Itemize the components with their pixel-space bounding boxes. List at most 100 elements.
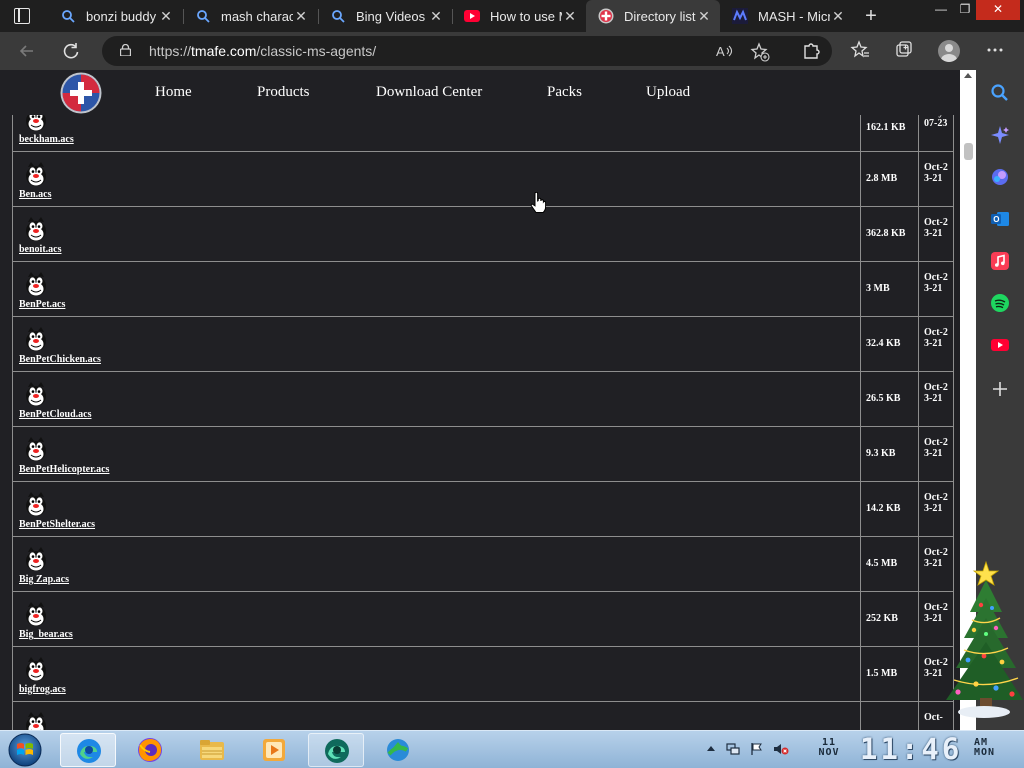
table-row: Big_bear.acs 252 KB Oct-23-21 bbox=[12, 592, 954, 647]
table-row: Oct- bbox=[12, 702, 954, 730]
tab-title: Directory list bbox=[624, 8, 696, 24]
show-hidden-icons-chevron-icon[interactable] bbox=[704, 742, 718, 756]
tab-mash-microsoft[interactable]: MASH - Micr ✕ bbox=[720, 0, 854, 32]
sidebar-youtube-icon[interactable] bbox=[990, 335, 1010, 355]
action-center-flag-icon[interactable] bbox=[750, 742, 764, 756]
taskbar-media-player-button[interactable] bbox=[246, 733, 302, 767]
hand-pointer-cursor-icon bbox=[530, 192, 546, 213]
collections-button[interactable] bbox=[893, 40, 915, 62]
file-name-link[interactable]: Big_bear.acs bbox=[19, 629, 73, 640]
agent-file-icon[interactable] bbox=[25, 271, 47, 297]
table-row: benoit.acs 362.8 KB Oct-23-21 bbox=[12, 207, 954, 262]
nav-download-center-link[interactable]: Download Center bbox=[376, 84, 482, 101]
file-name-cell bbox=[12, 702, 860, 730]
file-explorer-icon bbox=[200, 740, 224, 760]
agent-file-icon[interactable] bbox=[25, 326, 47, 352]
profile-avatar[interactable] bbox=[938, 40, 960, 62]
nav-home-link[interactable]: Home bbox=[155, 84, 192, 101]
directory-listing-table: beckham.acs 162.1 KB May-07-23 Ben.acs 2.8 M… bbox=[12, 107, 954, 730]
file-size: 26.5 KB bbox=[866, 393, 901, 404]
settings-menu-button[interactable] bbox=[984, 40, 1006, 62]
file-name-link[interactable]: BenPet.acs bbox=[19, 299, 65, 310]
extensions-button[interactable] bbox=[800, 40, 822, 62]
nav-packs-link[interactable]: Packs bbox=[547, 84, 582, 101]
file-name-link[interactable]: BenPetShelter.acs bbox=[19, 519, 95, 530]
read-aloud-icon[interactable]: A bbox=[714, 42, 734, 62]
tab-bing-videos[interactable]: Bing Videos ✕ bbox=[318, 0, 452, 32]
sidebar-outlook-icon[interactable]: O bbox=[990, 209, 1010, 229]
file-size: 4.5 MB bbox=[866, 558, 898, 569]
taskbar-edge-canary-button[interactable] bbox=[308, 733, 364, 767]
taskbar-file-explorer-button[interactable] bbox=[184, 733, 240, 767]
tab-close-icon[interactable]: ✕ bbox=[293, 8, 309, 25]
agent-file-icon[interactable] bbox=[25, 161, 47, 187]
favorites-button[interactable] bbox=[849, 40, 871, 62]
agent-file-icon[interactable] bbox=[25, 216, 47, 242]
table-row: BenPetHelicopter.acs 9.3 KB Oct-23-21 bbox=[12, 427, 954, 482]
scrollbar-thumb[interactable] bbox=[964, 143, 973, 160]
tab-how-to-use[interactable]: How to use M ✕ bbox=[452, 0, 586, 32]
file-size: 9.3 KB bbox=[866, 448, 896, 459]
media-player-icon bbox=[263, 739, 285, 761]
address-bar[interactable]: https://tmafe.com/classic-ms-agents/ A bbox=[102, 36, 832, 66]
tab-bonzi-buddy[interactable]: bonzi buddy ✕ bbox=[48, 0, 182, 32]
agent-file-icon[interactable] bbox=[25, 711, 47, 730]
file-name-link[interactable]: BenPetChicken.acs bbox=[19, 354, 101, 365]
browser-toolbar: https://tmafe.com/classic-ms-agents/ A bbox=[0, 32, 1024, 70]
file-name-link[interactable]: BenPetCloud.acs bbox=[19, 409, 92, 420]
add-favorite-icon[interactable] bbox=[750, 42, 770, 62]
tab-directory-list[interactable]: Directory list ✕ bbox=[586, 0, 720, 32]
tab-actions-menu-icon[interactable] bbox=[14, 8, 30, 24]
site-logo[interactable] bbox=[60, 72, 102, 114]
tab-close-icon[interactable]: ✕ bbox=[562, 8, 578, 25]
nav-upload-link[interactable]: Upload bbox=[646, 84, 690, 101]
agent-file-icon[interactable] bbox=[25, 546, 47, 572]
agent-file-icon[interactable] bbox=[25, 381, 47, 407]
refresh-button[interactable] bbox=[60, 40, 82, 62]
new-tab-button[interactable]: + bbox=[860, 5, 882, 27]
taskbar-edge-button[interactable] bbox=[60, 733, 116, 767]
favorites-star-icon bbox=[850, 40, 869, 58]
file-name-link[interactable]: Ben.acs bbox=[19, 189, 52, 200]
tab-close-icon[interactable]: ✕ bbox=[696, 8, 712, 25]
file-name-link[interactable]: bigfrog.acs bbox=[19, 684, 66, 695]
volume-muted-icon[interactable] bbox=[773, 742, 789, 756]
nav-products-link[interactable]: Products bbox=[257, 84, 310, 101]
file-name-link[interactable]: Big Zap.acs bbox=[19, 574, 69, 585]
file-size-cell: 32.4 KB bbox=[860, 317, 918, 371]
file-name-cell: Big Zap.acs bbox=[12, 537, 860, 591]
file-name-link[interactable]: BenPetHelicopter.acs bbox=[19, 464, 109, 475]
tab-close-icon[interactable]: ✕ bbox=[158, 8, 174, 25]
agent-file-icon[interactable] bbox=[25, 656, 47, 682]
taskbar-firefox-button[interactable] bbox=[122, 733, 178, 767]
tab-title: bonzi buddy bbox=[86, 8, 157, 24]
file-name-cell: BenPetHelicopter.acs bbox=[12, 427, 860, 481]
sidebar-copilot-icon[interactable] bbox=[990, 125, 1010, 145]
close-window-button[interactable]: ✕ bbox=[976, 0, 1020, 20]
tab-close-icon[interactable]: ✕ bbox=[830, 8, 846, 25]
network-icon[interactable] bbox=[726, 742, 740, 756]
file-name-link[interactable]: benoit.acs bbox=[19, 244, 62, 255]
file-name-cell: BenPet.acs bbox=[12, 262, 860, 316]
file-date-cell: Oct-23-21 bbox=[918, 317, 954, 371]
tab-mash-character[interactable]: mash charact ✕ bbox=[183, 0, 317, 32]
taskbar-download-manager-button[interactable] bbox=[370, 733, 426, 767]
file-name-link[interactable]: beckham.acs bbox=[19, 134, 74, 145]
back-button[interactable] bbox=[16, 40, 38, 62]
file-date-cell: Oct-23-21 bbox=[918, 427, 954, 481]
agent-file-icon[interactable] bbox=[25, 601, 47, 627]
agent-file-icon[interactable] bbox=[25, 436, 47, 462]
tab-close-icon[interactable]: ✕ bbox=[428, 8, 444, 25]
agent-file-icon[interactable] bbox=[25, 491, 47, 517]
sidebar-music-icon[interactable] bbox=[990, 251, 1010, 271]
sidebar-spotify-icon[interactable] bbox=[990, 293, 1010, 313]
file-name-cell: bigfrog.acs bbox=[12, 647, 860, 701]
scroll-up-arrow-icon[interactable] bbox=[964, 73, 972, 78]
sidebar-designer-icon[interactable] bbox=[990, 167, 1010, 187]
start-button[interactable] bbox=[6, 732, 44, 768]
sidebar-search-icon[interactable] bbox=[990, 83, 1010, 103]
sidebar-add-icon[interactable] bbox=[990, 379, 1010, 399]
browser-tab-strip: bonzi buddy ✕ mash charact ✕ Bing Videos… bbox=[0, 0, 1024, 32]
system-clock[interactable]: 11 NOV 11:46 AM MON bbox=[814, 732, 1024, 767]
clock-weekday: MON bbox=[974, 747, 996, 758]
